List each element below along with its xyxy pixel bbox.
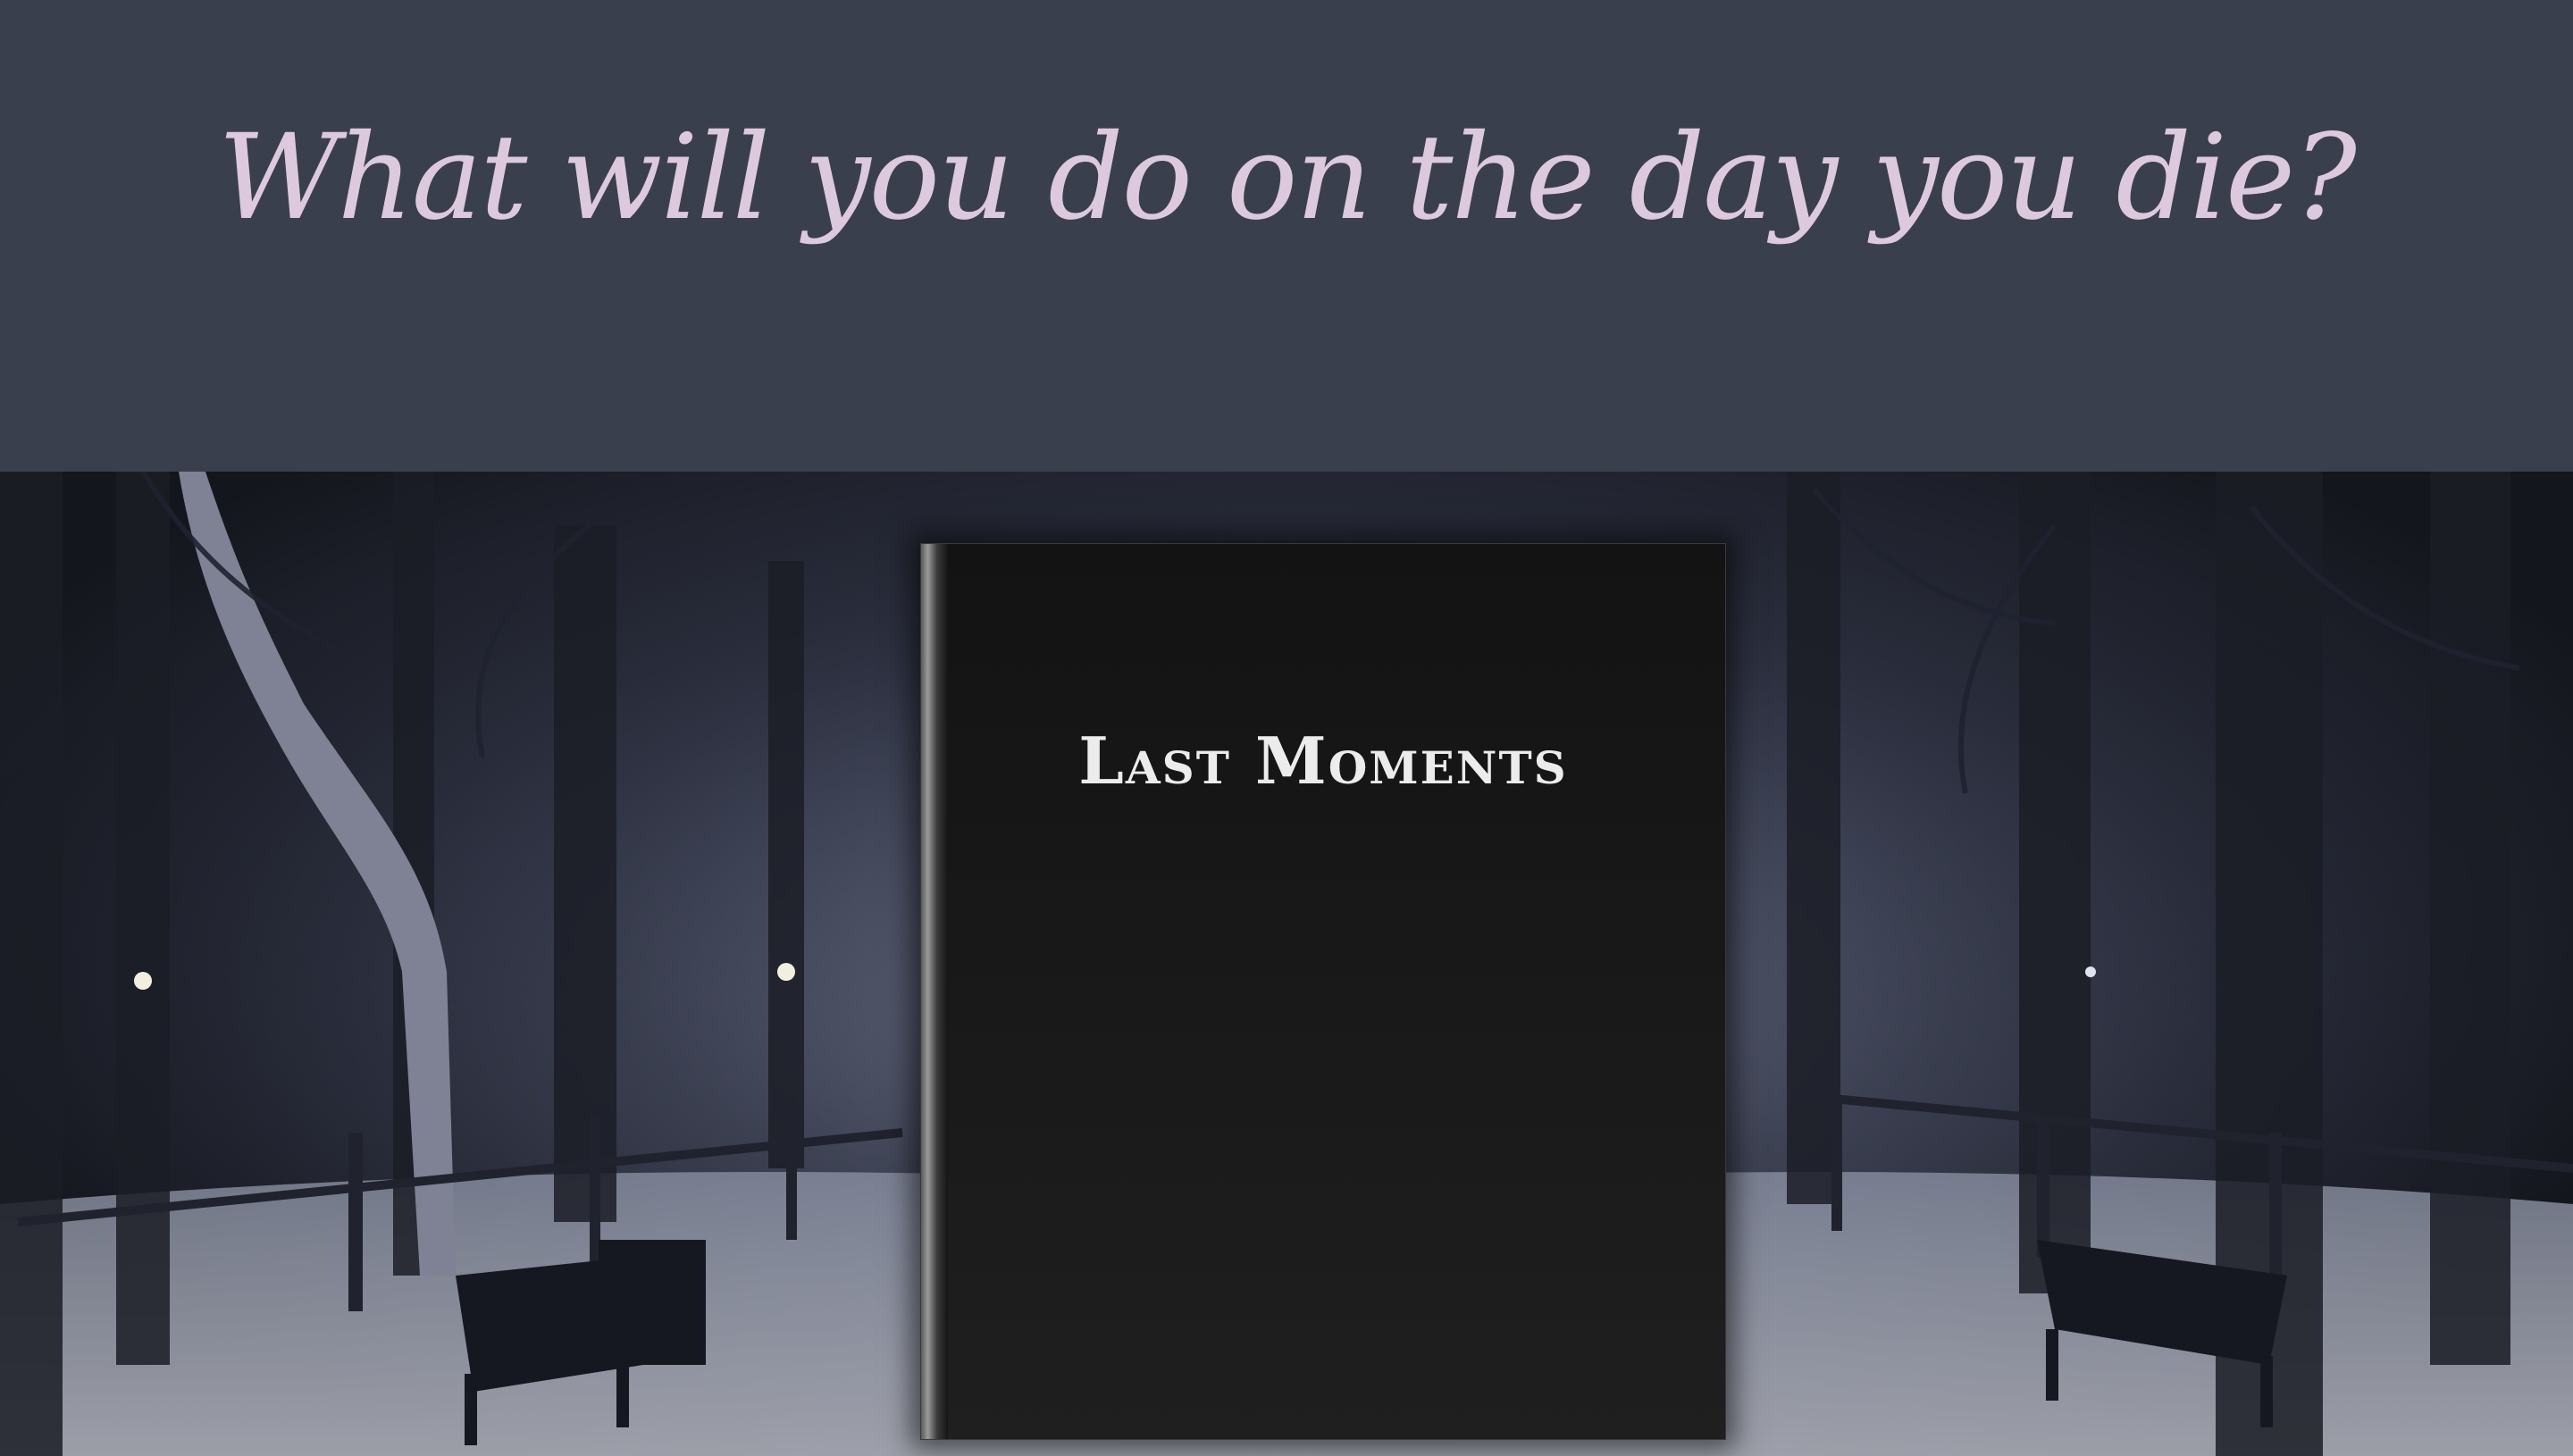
book-spine — [921, 544, 948, 1439]
book-cover: Last Moments — [920, 543, 1726, 1440]
book-title: Last Moments — [1078, 723, 1568, 799]
header-banner: What will you do on the day you die? — [0, 0, 2573, 472]
headline: What will you do on the day you die? — [218, 109, 2357, 247]
